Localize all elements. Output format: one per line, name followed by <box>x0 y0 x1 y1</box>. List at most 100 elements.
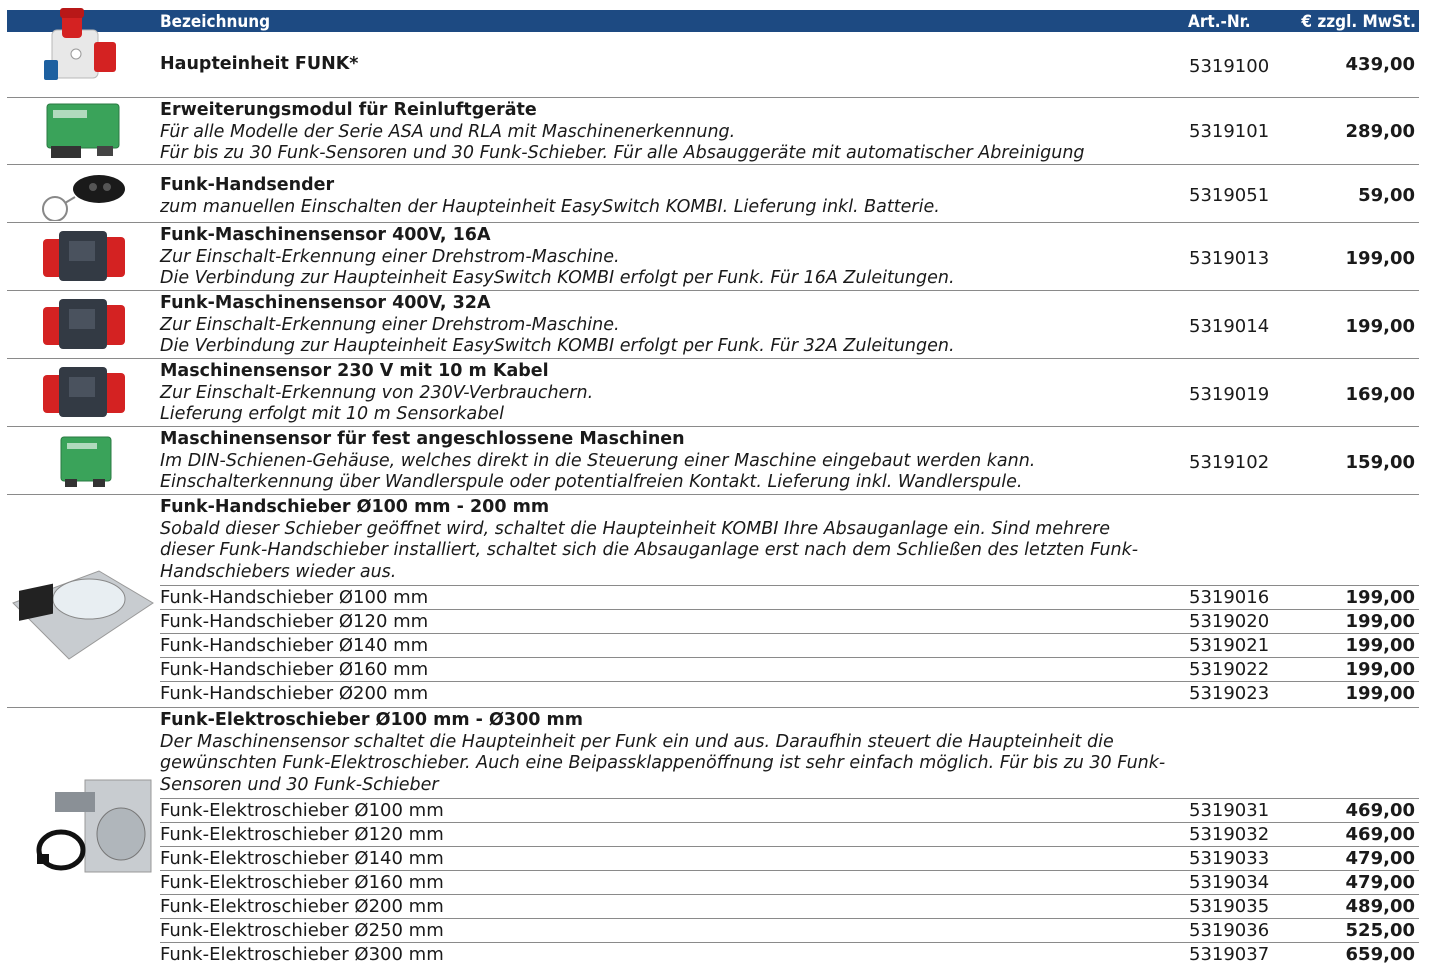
variant-art-nr: 5319022 <box>1189 659 1270 680</box>
variant-row: Funk-Elektroschieber Ø100 mm 5319031 469… <box>160 798 1419 823</box>
product-row: Haupteinheit FUNK* 5319100 439,00 <box>7 8 1419 98</box>
variant-price: 479,00 <box>1345 848 1415 869</box>
product-text: Maschinensensor für fest angeschlossene … <box>160 429 1160 494</box>
product-art-nr: 5319019 <box>1189 384 1270 405</box>
product-text: Funk-Handsender zum manuellen Einschalte… <box>160 175 1160 218</box>
variant-row: Funk-Handschieber Ø200 mm 5319023 199,00 <box>160 681 1419 706</box>
variant-art-nr: 5319034 <box>1189 872 1270 893</box>
variant-label: Funk-Elektroschieber Ø160 mm <box>160 872 444 893</box>
product-text: Maschinensensor 230 V mit 10 m Kabel Zur… <box>160 361 1160 426</box>
group-desc: Handschiebers wieder aus. <box>160 561 397 582</box>
variant-price: 525,00 <box>1345 920 1415 941</box>
product-text: Funk-Maschinensensor 400V, 32A Zur Einsc… <box>160 293 1160 358</box>
variant-art-nr: 5319032 <box>1189 824 1270 845</box>
machine-sensor-230v-image <box>43 367 125 417</box>
product-row: Funk-Handsender zum manuellen Einschalte… <box>7 165 1419 223</box>
variant-price: 489,00 <box>1345 896 1415 917</box>
product-art-nr: 5319013 <box>1189 248 1270 269</box>
variant-art-nr: 5319036 <box>1189 920 1270 941</box>
product-group: Funk-Elektroschieber Ø100 mm - Ø300 mm D… <box>7 708 1419 967</box>
variant-art-nr: 5319020 <box>1189 611 1270 632</box>
product-price: 159,00 <box>1345 452 1415 473</box>
machine-sensor-16a-image <box>43 231 125 281</box>
product-title: Funk-Maschinensensor 400V, 16A <box>160 225 491 245</box>
product-art-nr: 5319051 <box>1189 185 1270 206</box>
product-title: Erweiterungsmodul für Reinluftgeräte <box>160 100 537 120</box>
remote-control-image <box>42 175 125 221</box>
product-price: 169,00 <box>1345 384 1415 405</box>
variant-row: Funk-Handschieber Ø160 mm 5319022 199,00 <box>160 657 1419 682</box>
product-text: Erweiterungsmodul für Reinluftgeräte Für… <box>160 100 1160 165</box>
product-desc: Im DIN-Schienen-Gehäuse, welches direkt … <box>160 450 1036 471</box>
table-header: Bezeichnung Art.-Nr. € zzgl. MwSt. <box>7 10 1419 32</box>
variant-label: Funk-Elektroschieber Ø140 mm <box>160 848 444 869</box>
product-title: Haupteinheit FUNK* <box>160 54 359 74</box>
group-desc: Sensoren und 30 Funk-Schieber <box>160 774 439 795</box>
variant-label: Funk-Elektroschieber Ø200 mm <box>160 896 444 917</box>
variant-label: Funk-Handschieber Ø120 mm <box>160 611 429 632</box>
product-price: 289,00 <box>1345 121 1415 142</box>
variant-label: Funk-Elektroschieber Ø300 mm <box>160 944 444 965</box>
variant-label: Funk-Elektroschieber Ø250 mm <box>160 920 444 941</box>
variant-price: 199,00 <box>1345 683 1415 704</box>
product-row: Maschinensensor 230 V mit 10 m Kabel Zur… <box>7 359 1419 427</box>
variant-label: Funk-Handschieber Ø200 mm <box>160 683 429 704</box>
product-row: Maschinensensor für fest angeschlossene … <box>7 427 1419 495</box>
variant-price: 479,00 <box>1345 872 1415 893</box>
header-price: € zzgl. MwSt. <box>1301 12 1416 32</box>
variant-art-nr: 5319033 <box>1189 848 1270 869</box>
product-title: Funk-Handsender <box>160 175 335 195</box>
variant-art-nr: 5319021 <box>1189 635 1270 656</box>
product-art-nr: 5319102 <box>1189 452 1270 473</box>
header-art-nr: Art.-Nr. <box>1188 12 1251 32</box>
product-desc: Lieferung erfolgt mit 10 m Sensorkabel <box>160 404 504 424</box>
group-desc: Der Maschinensensor schaltet die Hauptei… <box>160 731 1114 752</box>
variant-art-nr: 5319023 <box>1189 683 1270 704</box>
variant-row: Funk-Elektroschieber Ø200 mm 5319035 489… <box>160 894 1419 919</box>
variant-art-nr: 5319016 <box>1189 587 1270 608</box>
variant-price: 199,00 <box>1345 587 1415 608</box>
machine-sensor-32a-image <box>43 299 125 349</box>
product-price: 199,00 <box>1345 316 1415 337</box>
product-row: Funk-Maschinensensor 400V, 32A Zur Einsc… <box>7 291 1419 359</box>
variant-row: Funk-Elektroschieber Ø140 mm 5319033 479… <box>160 846 1419 871</box>
variant-price: 199,00 <box>1345 659 1415 680</box>
variant-row: Funk-Handschieber Ø100 mm 5319016 199,00 <box>160 585 1419 610</box>
hand-slider-image <box>12 570 154 660</box>
header-name: Bezeichnung <box>160 12 271 32</box>
variant-price: 659,00 <box>1345 944 1415 965</box>
product-text: Funk-Maschinensensor 400V, 16A Zur Einsc… <box>160 225 1160 290</box>
product-desc: Einschalterkennung über Wandlerspule ode… <box>160 472 1023 492</box>
product-price: 59,00 <box>1358 185 1415 206</box>
product-group: Funk-Handschieber Ø100 mm - 200 mm Sobal… <box>7 495 1419 708</box>
product-desc: Zur Einschalt-Erkennung einer Drehstrom-… <box>160 246 620 267</box>
product-desc: Für alle Modelle der Serie ASA und RLA m… <box>160 121 736 142</box>
variant-art-nr: 5319037 <box>1189 944 1270 965</box>
product-desc: Für bis zu 30 Funk-Sensoren und 30 Funk-… <box>160 143 1085 163</box>
main-unit-image <box>44 8 116 80</box>
product-title: Funk-Maschinensensor 400V, 32A <box>160 293 491 313</box>
variant-row: Funk-Elektroschieber Ø300 mm 5319037 659… <box>160 942 1419 967</box>
group-text: Funk-Handschieber Ø100 mm - 200 mm Sobal… <box>160 497 1170 583</box>
product-desc: Die Verbindung zur Haupteinheit EasySwit… <box>160 336 955 356</box>
product-row: Funk-Maschinensensor 400V, 16A Zur Einsc… <box>7 223 1419 291</box>
product-desc: Die Verbindung zur Haupteinheit EasySwit… <box>160 268 955 288</box>
variant-label: Funk-Handschieber Ø160 mm <box>160 659 429 680</box>
variant-row: Funk-Elektroschieber Ø120 mm 5319032 469… <box>160 822 1419 847</box>
group-desc: Sobald dieser Schieber geöffnet wird, sc… <box>160 518 1111 539</box>
variant-price: 469,00 <box>1345 824 1415 845</box>
product-price: 199,00 <box>1345 248 1415 269</box>
product-art-nr: 5319101 <box>1189 121 1270 142</box>
variant-row: Funk-Elektroschieber Ø160 mm 5319034 479… <box>160 870 1419 895</box>
din-rail-sensor-image <box>60 436 112 487</box>
price-list-page: Bezeichnung Art.-Nr. € zzgl. MwSt. Haupt… <box>0 0 1430 967</box>
extension-module-image <box>46 103 120 158</box>
product-title: Maschinensensor 230 V mit 10 m Kabel <box>160 361 549 381</box>
variant-label: Funk-Handschieber Ø140 mm <box>160 635 429 656</box>
variant-label: Funk-Elektroschieber Ø100 mm <box>160 800 444 821</box>
product-art-nr: 5319100 <box>1189 56 1270 77</box>
variant-price: 469,00 <box>1345 800 1415 821</box>
electric-slider-image <box>36 779 152 873</box>
variant-price: 199,00 <box>1345 611 1415 632</box>
product-art-nr: 5319014 <box>1189 316 1270 337</box>
